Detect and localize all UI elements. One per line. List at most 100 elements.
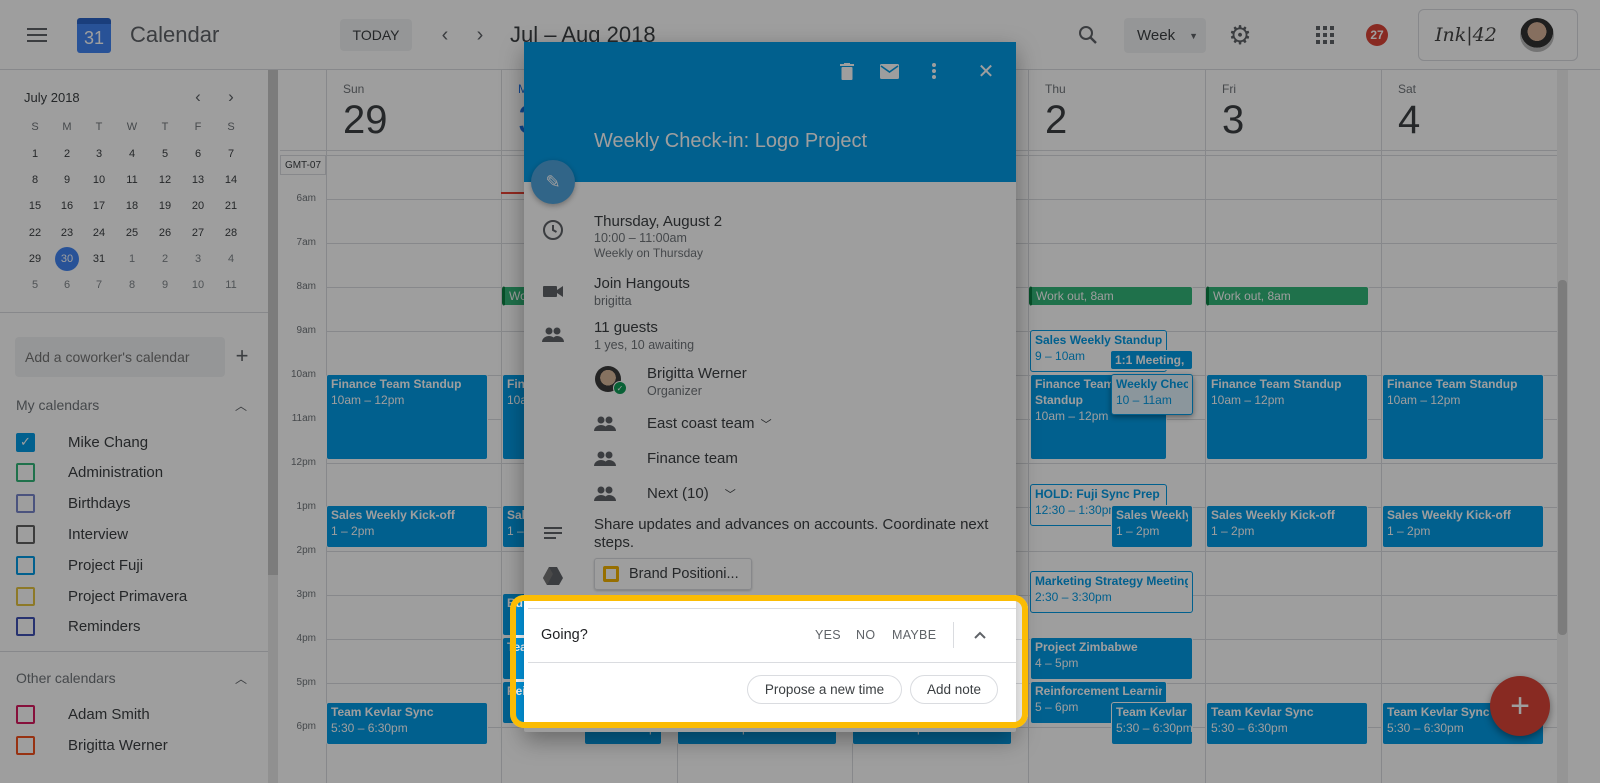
checkbox[interactable] — [16, 524, 35, 544]
chevron-left-icon[interactable]: ‹ — [434, 24, 456, 46]
checkbox[interactable] — [16, 704, 35, 724]
mini-calendar-day[interactable]: 6 — [186, 142, 210, 166]
checkbox[interactable] — [16, 735, 35, 755]
create-event-fab[interactable]: + — [1490, 676, 1550, 736]
add-coworker-input[interactable] — [15, 337, 225, 377]
checkbox[interactable] — [16, 617, 35, 637]
mini-calendar-day[interactable]: 22 — [23, 221, 47, 245]
mini-calendar-day[interactable]: 2 — [55, 142, 79, 166]
calendar-item[interactable]: Administration — [16, 463, 163, 483]
menu-icon[interactable] — [25, 23, 49, 47]
event-team-kevlar[interactable]: Team Kevlar Sync 5:30 – 6:30pm — [326, 702, 488, 745]
sidebar-scrollbar-thumb[interactable] — [268, 70, 278, 575]
add-note-button[interactable]: Add note — [910, 675, 998, 704]
calendar-item[interactable]: Adam Smith — [16, 704, 150, 724]
mini-calendar-day[interactable]: 10 — [87, 168, 111, 192]
grid-scrollbar-thumb[interactable] — [1558, 280, 1567, 635]
mini-calendar-day[interactable]: 9 — [55, 168, 79, 192]
day-number[interactable]: 29 — [343, 98, 388, 143]
attachment-chip[interactable]: Brand Positioni... — [594, 558, 752, 590]
mini-calendar-day[interactable]: 3 — [186, 247, 210, 271]
checkbox[interactable] — [16, 586, 35, 606]
delete-icon[interactable] — [836, 60, 858, 82]
chevron-up-icon[interactable]: ︿ — [232, 396, 250, 414]
rsvp-no-button[interactable]: NO — [856, 628, 875, 642]
mini-calendar-day[interactable]: 16 — [55, 194, 79, 218]
mini-calendar-day[interactable]: 1 — [120, 247, 144, 271]
checkbox[interactable] — [16, 463, 35, 483]
day-number[interactable]: 2 — [1045, 98, 1067, 143]
mini-calendar-day[interactable]: 27 — [186, 221, 210, 245]
mini-calendar-day[interactable]: 5 — [153, 142, 177, 166]
mini-calendar-day[interactable]: 2 — [153, 247, 177, 271]
mini-calendar-day[interactable]: 21 — [219, 194, 243, 218]
mini-calendar-day[interactable]: 17 — [87, 194, 111, 218]
edit-button[interactable]: ✎ — [531, 160, 575, 204]
chevron-down-icon[interactable]: ﹀ — [761, 419, 772, 431]
event-project-zimbabwe[interactable]: Project Zimbabwe 4 – 5pm — [1030, 637, 1193, 680]
event-sales-kickoff[interactable]: Sales Weekly Kick-off 1 – 2pm — [326, 505, 488, 548]
mini-calendar-day[interactable]: 31 — [87, 247, 111, 271]
mini-calendar-day[interactable]: 23 — [55, 221, 79, 245]
mini-calendar-day[interactable]: 13 — [186, 168, 210, 192]
chevron-right-icon[interactable]: › — [222, 87, 240, 106]
event-workout[interactable]: Work out, 8am — [1029, 286, 1193, 306]
event-sales-kickoff[interactable]: Sales Weekly Kick-off 1 – 2pm — [1382, 505, 1544, 548]
notification-badge[interactable]: 27 — [1366, 24, 1388, 46]
checkbox[interactable] — [16, 555, 35, 575]
mini-calendar-day[interactable]: 19 — [153, 194, 177, 218]
search-icon[interactable] — [1076, 23, 1100, 47]
chevron-down-icon[interactable]: ﹀ — [725, 489, 736, 501]
mini-calendar-day[interactable]: 11 — [120, 168, 144, 192]
my-calendars-heading[interactable]: My calendars — [16, 397, 99, 413]
mini-calendar-day[interactable]: 24 — [87, 221, 111, 245]
rsvp-yes-button[interactable]: YES — [815, 628, 841, 642]
mini-calendar-day[interactable]: 8 — [120, 273, 144, 297]
day-number[interactable]: 3 — [1222, 98, 1244, 143]
event-finance-standup[interactable]: Finance Team Standup 10am – 12pm — [1382, 374, 1544, 460]
group-east-coast[interactable]: East coast team ﹀ — [647, 415, 772, 432]
mini-calendar-day[interactable]: 18 — [120, 194, 144, 218]
close-icon[interactable]: ✕ — [975, 60, 997, 83]
calendar-item[interactable]: Project Primavera — [16, 586, 187, 606]
calendar-item[interactable]: ✓ Mike Chang — [16, 432, 148, 452]
event-marketing-strategy[interactable]: Marketing Strategy Meeting 2:30 – 3:30pm — [1030, 571, 1193, 613]
mini-calendar-day[interactable]: 7 — [87, 273, 111, 297]
today-button[interactable]: TODAY — [340, 19, 412, 51]
mini-calendar-day[interactable]: 12 — [153, 168, 177, 192]
event-sales-kickoff[interactable]: Sales Weekly Kick-off 1 – 2pm — [1111, 505, 1193, 548]
event-finance-standup[interactable]: Finance Team Standup 10am – 12pm — [326, 374, 488, 460]
mini-calendar-day[interactable]: 10 — [186, 273, 210, 297]
mini-calendar-day[interactable]: 11 — [219, 273, 243, 297]
more-vert-icon[interactable] — [923, 60, 945, 82]
event-one-on-one[interactable]: 1:1 Meeting, — [1110, 350, 1193, 370]
calendar-item[interactable]: Brigitta Werner — [16, 735, 168, 755]
mini-calendar-day[interactable]: 14 — [219, 168, 243, 192]
mini-calendar-day[interactable]: 30 — [55, 246, 79, 271]
plus-icon[interactable]: + — [232, 343, 252, 368]
calendar-item[interactable]: Interview — [16, 524, 128, 544]
event-workout[interactable]: Work out, 8am — [1206, 286, 1369, 306]
event-finance-standup[interactable]: Finance Team Standup 10am – 12pm — [1206, 374, 1368, 460]
mini-calendar-day[interactable]: 25 — [120, 221, 144, 245]
mini-calendar-day[interactable]: 28 — [219, 221, 243, 245]
event-team-kevlar[interactable]: Team Kevlar Sync 5:30 – 6:30pm — [1111, 702, 1193, 745]
chevron-right-icon[interactable]: › — [469, 24, 491, 46]
calendar-item[interactable]: Reminders — [16, 617, 141, 637]
chevron-up-icon[interactable] — [970, 625, 990, 645]
event-sales-kickoff[interactable]: Sales Weekly Kick-off 1 – 2pm — [1206, 505, 1368, 548]
propose-new-time-button[interactable]: Propose a new time — [747, 675, 902, 704]
mini-calendar-day[interactable]: 20 — [186, 194, 210, 218]
event-weekly-checkin-selected[interactable]: Weekly Check-in 10 – 11am — [1111, 374, 1193, 415]
mini-calendar-day[interactable]: 1 — [23, 142, 47, 166]
mini-calendar-day[interactable]: 5 — [23, 273, 47, 297]
other-calendars-heading[interactable]: Other calendars — [16, 670, 116, 686]
calendar-item[interactable]: Project Fuji — [16, 555, 143, 575]
chevron-up-icon[interactable]: ︿ — [232, 669, 250, 687]
mini-calendar-day[interactable]: 29 — [23, 247, 47, 271]
day-number[interactable]: 4 — [1398, 98, 1420, 143]
rsvp-maybe-button[interactable]: MAYBE — [892, 628, 936, 642]
hangouts-link[interactable]: Join Hangouts brigitta — [594, 275, 690, 308]
mini-calendar-day[interactable]: 7 — [219, 142, 243, 166]
email-icon[interactable] — [878, 60, 900, 82]
